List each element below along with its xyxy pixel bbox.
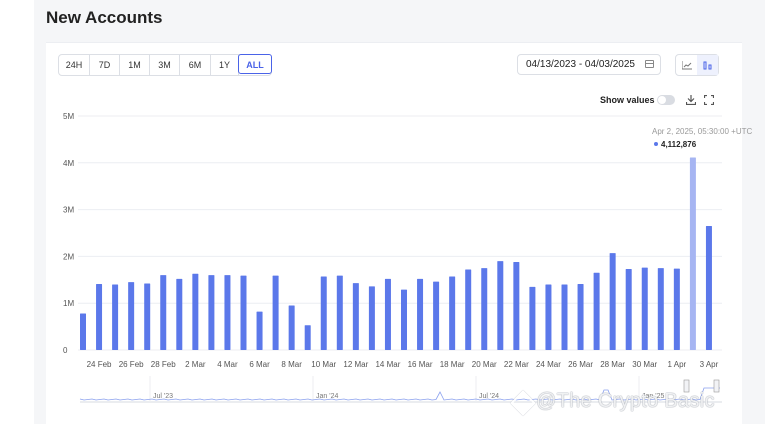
bar[interactable]	[256, 311, 263, 350]
bar[interactable]	[336, 275, 343, 350]
x-tick-label: 4 Mar	[217, 360, 238, 369]
x-tick-label: 28 Feb	[151, 360, 176, 369]
bar[interactable]	[705, 225, 712, 350]
x-tick-label: 26 Feb	[119, 360, 144, 369]
bar[interactable]	[368, 286, 375, 350]
bar[interactable]	[401, 289, 407, 350]
x-tick-label: 8 Mar	[281, 360, 302, 369]
bar[interactable]	[593, 272, 600, 350]
bar[interactable]	[497, 261, 504, 350]
bar[interactable]	[320, 276, 327, 350]
x-tick-label: 20 Mar	[472, 360, 497, 369]
bar[interactable]	[240, 275, 247, 350]
y-tick-label: 4M	[63, 159, 74, 168]
x-tick-label: 26 Mar	[568, 360, 593, 369]
bar[interactable]	[112, 284, 119, 350]
bar[interactable]	[304, 325, 311, 350]
bar[interactable]	[288, 305, 295, 350]
bar[interactable]	[481, 268, 488, 350]
bar[interactable]	[176, 278, 183, 350]
x-tick-label: 22 Mar	[504, 360, 529, 369]
bar[interactable]	[128, 282, 135, 350]
page: New Accounts 24H 7D 1M 3M 6M 1Y ALL 04/13/2023…	[0, 0, 765, 424]
bar[interactable]	[224, 275, 231, 350]
y-tick-label: 0	[63, 346, 68, 355]
y-tick-label: 2M	[63, 252, 74, 261]
x-tick-label: 1 Apr	[668, 360, 687, 369]
x-tick-label: 24 Mar	[536, 360, 561, 369]
bar[interactable]	[657, 268, 664, 350]
bar[interactable]	[192, 273, 199, 350]
x-tick-label: 10 Mar	[311, 360, 336, 369]
bar[interactable]	[272, 275, 279, 350]
bar[interactable]	[96, 284, 103, 350]
bar[interactable]	[577, 284, 584, 350]
y-tick-label: 1M	[63, 299, 74, 308]
y-tick-label: 5M	[63, 112, 74, 121]
x-tick-label: 24 Feb	[87, 360, 112, 369]
watermark-text: @The Crypto Basic	[536, 390, 715, 412]
tooltip-marker	[654, 142, 658, 146]
bar[interactable]	[529, 286, 536, 350]
bar[interactable]	[417, 278, 424, 350]
bar[interactable]	[144, 283, 151, 350]
bar[interactable]	[208, 275, 215, 350]
bar[interactable]	[609, 253, 616, 350]
x-tick-label: 16 Mar	[408, 360, 433, 369]
bar[interactable]	[689, 157, 696, 350]
x-tick-label: 2 Mar	[185, 360, 206, 369]
bar[interactable]	[641, 267, 648, 350]
y-tick-label: 3M	[63, 206, 74, 215]
bar[interactable]	[465, 269, 472, 350]
bar[interactable]	[625, 269, 632, 350]
bar[interactable]	[673, 268, 680, 350]
tooltip-date: Apr 2, 2025, 05:30:00 +UTC	[652, 127, 753, 136]
bar[interactable]	[160, 275, 167, 350]
x-tick-label: 28 Mar	[600, 360, 625, 369]
bar-chart: 0 1M 2M 3M 4M 5M 24 Feb 26 Feb 28 Feb 2 Mar 4 Mar 6…	[63, 112, 753, 403]
x-tick-label: 18 Mar	[440, 360, 465, 369]
bar[interactable]	[545, 284, 552, 350]
x-tick-label: 6 Mar	[249, 360, 270, 369]
bar[interactable]	[433, 281, 440, 350]
bar[interactable]	[352, 283, 359, 350]
x-tick-label: 3 Apr	[700, 360, 719, 369]
x-tick-label: 30 Mar	[632, 360, 657, 369]
tooltip-value: 4,112,876	[661, 140, 697, 149]
bar[interactable]	[561, 284, 568, 350]
bar[interactable]	[384, 278, 391, 350]
bar[interactable]	[80, 313, 86, 350]
x-tick-label: 12 Mar	[343, 360, 368, 369]
bar[interactable]	[513, 262, 520, 350]
bar[interactable]	[449, 276, 456, 350]
x-tick-label: 14 Mar	[375, 360, 400, 369]
